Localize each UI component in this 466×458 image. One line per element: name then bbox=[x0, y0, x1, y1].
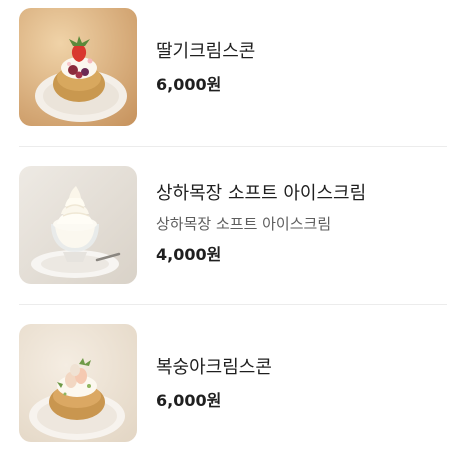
menu-item-strawberry-cream-scone[interactable]: 딸기크림스콘 6,000원 bbox=[0, 0, 466, 150]
peach-cream-scone-photo bbox=[19, 324, 137, 442]
item-price: 6,000원 bbox=[156, 75, 222, 94]
item-price: 6,000원 bbox=[156, 391, 222, 410]
item-info: 복숭아크림스콘 6,000원 bbox=[156, 357, 450, 411]
menu-item-soft-ice-cream[interactable]: 상하목장 소프트 아이스크림 상하목장 소프트 아이스크림 4,000원 bbox=[0, 150, 466, 300]
item-description: 상하목장 소프트 아이스크림 bbox=[156, 215, 332, 233]
soft-ice-cream-photo bbox=[19, 166, 137, 284]
menu-item-peach-cream-scone[interactable]: 복숭아크림스콘 6,000원 bbox=[0, 308, 466, 458]
item-info: 상하목장 소프트 아이스크림 상하목장 소프트 아이스크림 4,000원 bbox=[156, 183, 450, 265]
item-name: 딸기크림스콘 bbox=[156, 41, 256, 62]
item-name: 복숭아크림스콘 bbox=[156, 357, 272, 378]
item-name: 상하목장 소프트 아이스크림 bbox=[156, 183, 367, 204]
strawberry-cream-scone-photo bbox=[19, 8, 137, 126]
divider bbox=[19, 304, 447, 305]
divider bbox=[19, 146, 447, 147]
item-price: 4,000원 bbox=[156, 245, 222, 264]
item-info: 딸기크림스콘 6,000원 bbox=[156, 41, 450, 95]
menu-list: 딸기크림스콘 6,000원 상하목장 소프트 아이스크림 상하목장 소프트 아이… bbox=[0, 0, 466, 457]
